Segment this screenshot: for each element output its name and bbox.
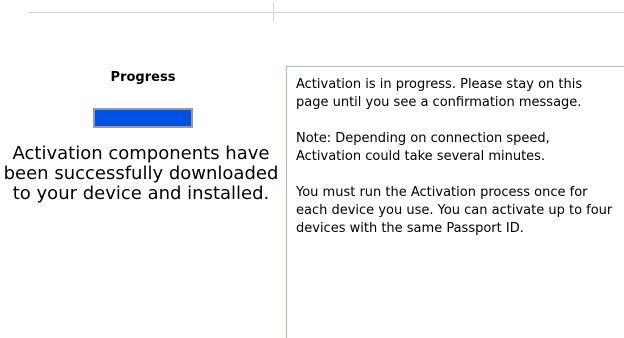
progress-panel: Progress Activation components have been…	[0, 66, 286, 204]
activation-info-box: Activation is in progress. Please stay o…	[286, 66, 624, 338]
progress-title: Progress	[110, 70, 176, 85]
info-paragraph-note: Note: Depending on connection speed, Act…	[296, 131, 550, 164]
status-message: Activation components have been successf…	[3, 143, 279, 204]
info-paragraph-progress: Activation is in progress. Please stay o…	[296, 77, 583, 110]
progress-bar	[93, 108, 193, 128]
info-paragraph-devices: You must run the Activation process once…	[296, 185, 613, 236]
top-divider-tick	[273, 2, 274, 22]
progress-bar-fill	[95, 110, 191, 126]
top-divider	[28, 12, 624, 13]
